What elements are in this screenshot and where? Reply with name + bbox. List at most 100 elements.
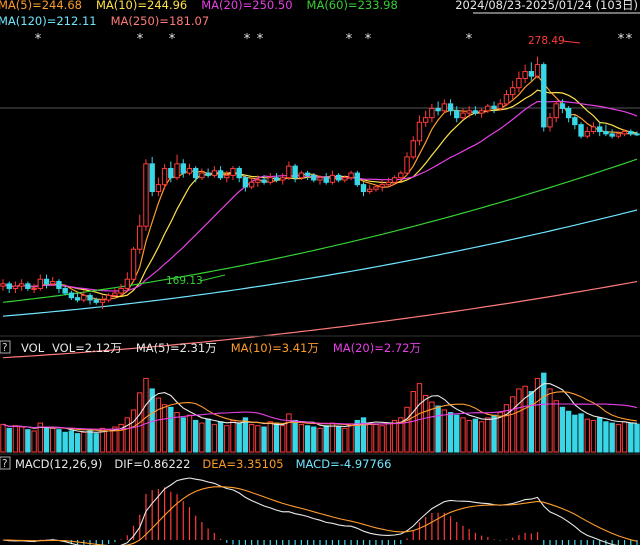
volume-bar bbox=[292, 419, 298, 453]
volume-bar bbox=[311, 426, 317, 453]
candle bbox=[242, 175, 249, 192]
volume-bar bbox=[105, 429, 112, 453]
vol-label-0: VOL=2.12万 bbox=[52, 341, 122, 355]
volume-bar bbox=[74, 433, 81, 453]
vol-legend: VOL=2.12万 MA(5)=2.31万 MA(10)=3.41万 MA(20)=2… bbox=[52, 341, 421, 355]
candle bbox=[528, 62, 535, 81]
candle bbox=[590, 122, 597, 134]
volume-bar bbox=[572, 414, 578, 453]
date-range: 2024/08/23-2025/01/24 (103日) bbox=[455, 0, 638, 12]
volume-bar bbox=[25, 429, 31, 453]
volume-bar bbox=[192, 419, 199, 453]
candle bbox=[547, 113, 553, 132]
volume-bar bbox=[329, 422, 336, 453]
candle bbox=[56, 279, 62, 294]
ma-label-2: MA(20)=250.50 bbox=[201, 0, 292, 12]
candle bbox=[491, 101, 497, 114]
volume-bar bbox=[273, 422, 280, 453]
candle bbox=[578, 122, 584, 139]
candle bbox=[143, 159, 149, 231]
volume-bar bbox=[62, 431, 68, 453]
candle bbox=[441, 99, 448, 114]
volume-bar bbox=[124, 417, 131, 453]
candle bbox=[149, 156, 155, 197]
candle bbox=[199, 168, 205, 180]
ma-long-label-1: MA(250)=181.07 bbox=[111, 14, 210, 28]
volume-bar bbox=[323, 425, 329, 453]
candle bbox=[572, 115, 578, 130]
volume-bar bbox=[12, 425, 19, 453]
candle bbox=[155, 177, 162, 197]
macd-label-0: MACD(12,26,9) bbox=[15, 457, 102, 471]
volume-bar bbox=[143, 377, 149, 453]
low-price-arrow bbox=[199, 274, 226, 282]
volume-bar bbox=[559, 406, 566, 453]
macd-label-1: DIF=0.86222 bbox=[114, 457, 190, 471]
volume-bar bbox=[435, 405, 441, 453]
high-price-label: 278.49 bbox=[528, 35, 565, 47]
volume-bar bbox=[367, 422, 373, 453]
volume-bar bbox=[441, 409, 448, 453]
candle bbox=[410, 136, 416, 160]
volume-bar bbox=[255, 425, 261, 453]
candle bbox=[541, 62, 547, 132]
candle bbox=[230, 166, 236, 180]
candle bbox=[105, 293, 112, 303]
volume-bar bbox=[217, 421, 224, 453]
candle bbox=[267, 173, 273, 185]
low-price-label: 169.13 bbox=[166, 275, 203, 287]
volume-bar bbox=[261, 426, 267, 453]
candle bbox=[335, 173, 342, 183]
macd-label-3: MACD=-4.97766 bbox=[296, 457, 392, 471]
ma-legend-row-1: MA(5)=244.68 MA(10)=244.96 MA(20)=250.50 MA… bbox=[0, 0, 398, 12]
signal-star: * bbox=[35, 32, 42, 47]
volume-bars bbox=[0, 372, 640, 453]
candle bbox=[435, 101, 441, 116]
volume-bar bbox=[509, 396, 516, 453]
macd-legend: MACD(12,26,9) DIF=0.86222 DEA=3.35105 MACD=… bbox=[15, 457, 391, 471]
candle bbox=[553, 101, 559, 123]
candle bbox=[503, 90, 510, 107]
volume-bar bbox=[391, 419, 398, 453]
candlesticks bbox=[0, 56, 640, 309]
candle bbox=[478, 108, 485, 118]
candle bbox=[516, 71, 522, 93]
volume-bar bbox=[6, 427, 12, 453]
ma-legend-row-2: MA(120)=212.11 MA(250)=181.07 bbox=[0, 14, 209, 28]
candle bbox=[460, 108, 466, 120]
volume-bar bbox=[0, 423, 6, 453]
candle bbox=[211, 166, 218, 178]
candle bbox=[68, 290, 75, 300]
volume-bar bbox=[242, 417, 249, 453]
signal-star: * bbox=[137, 32, 144, 47]
volume-bar bbox=[56, 429, 62, 453]
signal-star: * bbox=[169, 32, 176, 47]
ma-label-1: MA(10)=244.96 bbox=[96, 0, 187, 12]
candle bbox=[137, 214, 143, 254]
volume-bar bbox=[317, 427, 323, 453]
volume-bar bbox=[304, 425, 311, 453]
vol-help-glyph: ? bbox=[2, 342, 8, 354]
candle bbox=[18, 279, 25, 291]
candle bbox=[280, 173, 286, 185]
candle bbox=[354, 170, 360, 187]
candle bbox=[25, 281, 31, 291]
volume-bar bbox=[236, 422, 242, 453]
signal-star: * bbox=[257, 32, 264, 47]
vol-label-3: MA(20)=2.72万 bbox=[333, 341, 421, 355]
volume-bar bbox=[478, 421, 485, 453]
candle bbox=[522, 64, 528, 84]
macd-label-2: DEA=3.35105 bbox=[202, 457, 283, 471]
volume-bar bbox=[168, 406, 174, 453]
signal-star: * bbox=[466, 32, 473, 47]
volume-bar bbox=[404, 406, 410, 453]
candle bbox=[422, 110, 429, 127]
dea-line bbox=[2, 486, 638, 545]
volume-bar bbox=[298, 423, 305, 453]
volume-bar bbox=[280, 425, 286, 453]
volume-bar bbox=[199, 422, 205, 453]
volume-bar bbox=[267, 421, 273, 453]
volume-bar bbox=[416, 383, 423, 453]
candle bbox=[360, 182, 367, 197]
volume-bar bbox=[174, 412, 180, 453]
